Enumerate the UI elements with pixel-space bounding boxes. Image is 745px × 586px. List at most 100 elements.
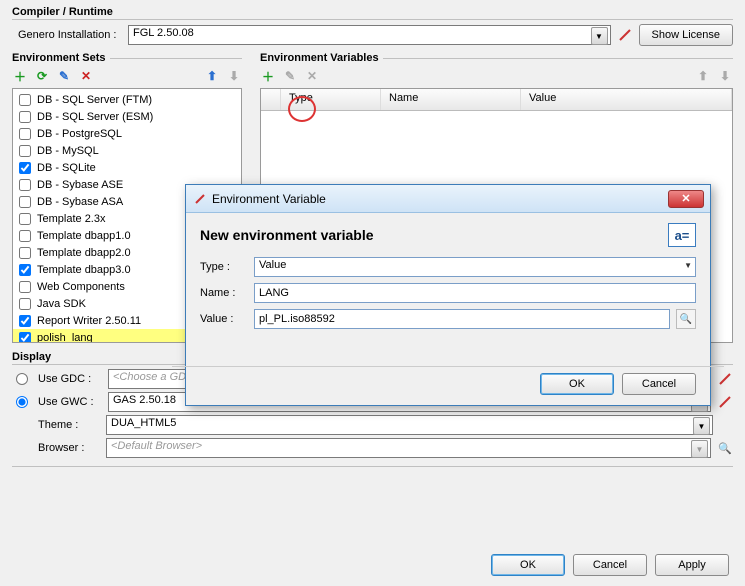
list-item[interactable]: DB - MySQL: [13, 142, 241, 159]
theme-value: DUA_HTML5: [111, 417, 176, 429]
genero-row: Genero Installation : FGL 2.50.08 Show L…: [12, 24, 733, 46]
list-item-checkbox[interactable]: [19, 264, 31, 276]
browser-combo[interactable]: <Default Browser>: [106, 438, 711, 458]
env-sets-toolbar: ＋ ⟳ ✎ ✕ ⬆ ⬇: [12, 64, 242, 88]
add-env-var-icon[interactable]: ＋: [260, 68, 276, 84]
list-item[interactable]: DB - PostgreSQL: [13, 125, 241, 142]
delete-env-set-icon[interactable]: ✕: [78, 68, 94, 84]
list-item-label: Template dbapp1.0: [37, 230, 131, 242]
value-label: Value :: [200, 313, 248, 325]
use-gwc-radio[interactable]: [16, 396, 28, 408]
move-down-icon: ⬇: [226, 68, 242, 84]
env-sets-heading: Environment Sets: [12, 52, 242, 64]
gdc-setting-icon[interactable]: [717, 371, 733, 387]
dialog-buttons: OK Cancel: [186, 373, 710, 405]
edit-env-var-icon: ✎: [282, 68, 298, 84]
list-item-checkbox[interactable]: [19, 332, 31, 344]
browser-search-icon[interactable]: 🔍: [717, 440, 733, 456]
env-vars-title: Environment Variables: [260, 52, 379, 64]
dialog-env-icon: a=: [668, 223, 696, 247]
list-item[interactable]: DB - SQL Server (FTM): [13, 91, 241, 108]
list-item-label: DB - SQL Server (ESM): [37, 111, 153, 123]
col-value[interactable]: Value: [521, 89, 732, 110]
ok-button[interactable]: OK: [491, 554, 565, 576]
env-vars-toolbar: ＋ ✎ ✕ ⬆ ⬇: [260, 64, 733, 88]
dialog-app-icon: [192, 191, 208, 207]
var-move-up-icon: ⬆: [695, 68, 711, 84]
dialog-cancel-button[interactable]: Cancel: [622, 373, 696, 395]
type-combo[interactable]: Value: [254, 257, 696, 277]
gwc-value: GAS 2.50.18: [113, 394, 176, 406]
type-label: Type :: [200, 261, 248, 273]
list-item-label: Template dbapp3.0: [37, 264, 131, 276]
list-item-label: Template 2.3x: [37, 213, 105, 225]
dialog-title: Environment Variable: [208, 192, 668, 206]
list-item-label: DB - MySQL: [37, 145, 99, 157]
list-item-checkbox[interactable]: [19, 111, 31, 123]
delete-env-var-icon: ✕: [304, 68, 320, 84]
name-label: Name :: [200, 287, 248, 299]
genero-label: Genero Installation :: [12, 29, 122, 41]
list-item-checkbox[interactable]: [19, 281, 31, 293]
browser-label: Browser :: [38, 442, 100, 454]
bottom-buttons: OK Cancel Apply: [491, 554, 729, 576]
list-item-checkbox[interactable]: [19, 94, 31, 106]
dialog-titlebar[interactable]: Environment Variable ✕: [186, 185, 710, 213]
list-item-label: DB - Sybase ASE: [37, 179, 123, 191]
var-move-down-icon: ⬇: [717, 68, 733, 84]
refresh-env-set-icon[interactable]: ⟳: [34, 68, 50, 84]
list-item-label: DB - PostgreSQL: [37, 128, 122, 140]
type-value: Value: [259, 259, 286, 271]
move-up-icon[interactable]: ⬆: [204, 68, 220, 84]
name-input[interactable]: [254, 283, 696, 303]
list-item-label: DB - SQL Server (FTM): [37, 94, 152, 106]
gwc-setting-icon[interactable]: [717, 394, 733, 410]
list-item-label: DB - Sybase ASA: [37, 196, 123, 208]
value-browse-icon[interactable]: 🔍: [676, 309, 696, 329]
list-item-checkbox[interactable]: [19, 230, 31, 242]
list-item-label: polish_lang: [37, 332, 93, 344]
compiler-runtime-heading: Compiler / Runtime: [12, 6, 733, 20]
list-item-label: DB - SQLite: [37, 162, 96, 174]
env-vars-heading: Environment Variables: [260, 52, 733, 64]
list-item-checkbox[interactable]: [19, 247, 31, 259]
use-gdc-label: Use GDC :: [38, 373, 102, 385]
list-item-checkbox[interactable]: [19, 213, 31, 225]
list-item-label: Report Writer 2.50.11: [37, 315, 141, 327]
cancel-button[interactable]: Cancel: [573, 554, 647, 576]
preferences-window: Compiler / Runtime Genero Installation :…: [0, 0, 745, 586]
list-item-checkbox[interactable]: [19, 128, 31, 140]
list-item-checkbox[interactable]: [19, 145, 31, 157]
use-gdc-radio[interactable]: [16, 373, 28, 385]
dialog-heading: New environment variable: [200, 227, 374, 243]
list-item-label: Web Components: [37, 281, 125, 293]
dialog-ok-button[interactable]: OK: [540, 373, 614, 395]
genero-value: FGL 2.50.08: [133, 27, 194, 39]
list-item-checkbox[interactable]: [19, 196, 31, 208]
theme-label: Theme :: [38, 419, 100, 431]
edit-env-set-icon[interactable]: ✎: [56, 68, 72, 84]
list-item-label: Template dbapp2.0: [37, 247, 131, 259]
list-item-checkbox[interactable]: [19, 315, 31, 327]
col-type[interactable]: Type: [281, 89, 381, 110]
col-name[interactable]: Name: [381, 89, 521, 110]
list-item[interactable]: DB - SQLite: [13, 159, 241, 176]
add-env-set-icon[interactable]: ＋: [12, 68, 28, 84]
genero-setting-icon[interactable]: [617, 27, 633, 43]
list-item-checkbox[interactable]: [19, 162, 31, 174]
apply-button[interactable]: Apply: [655, 554, 729, 576]
env-var-dialog: Environment Variable ✕ New environment v…: [185, 184, 711, 406]
theme-combo[interactable]: DUA_HTML5: [106, 415, 713, 435]
use-gwc-label: Use GWC :: [38, 396, 102, 408]
dialog-body: New environment variable a= Type : Value…: [186, 213, 710, 360]
dialog-close-icon[interactable]: ✕: [668, 190, 704, 208]
env-vars-table-header: Type Name Value: [261, 89, 732, 111]
env-sets-title: Environment Sets: [12, 52, 106, 64]
list-item-label: Java SDK: [37, 298, 86, 310]
list-item-checkbox[interactable]: [19, 179, 31, 191]
list-item-checkbox[interactable]: [19, 298, 31, 310]
show-license-button[interactable]: Show License: [639, 24, 734, 46]
value-input[interactable]: [254, 309, 670, 329]
list-item[interactable]: DB - SQL Server (ESM): [13, 108, 241, 125]
genero-installation-combo[interactable]: FGL 2.50.08: [128, 25, 611, 45]
